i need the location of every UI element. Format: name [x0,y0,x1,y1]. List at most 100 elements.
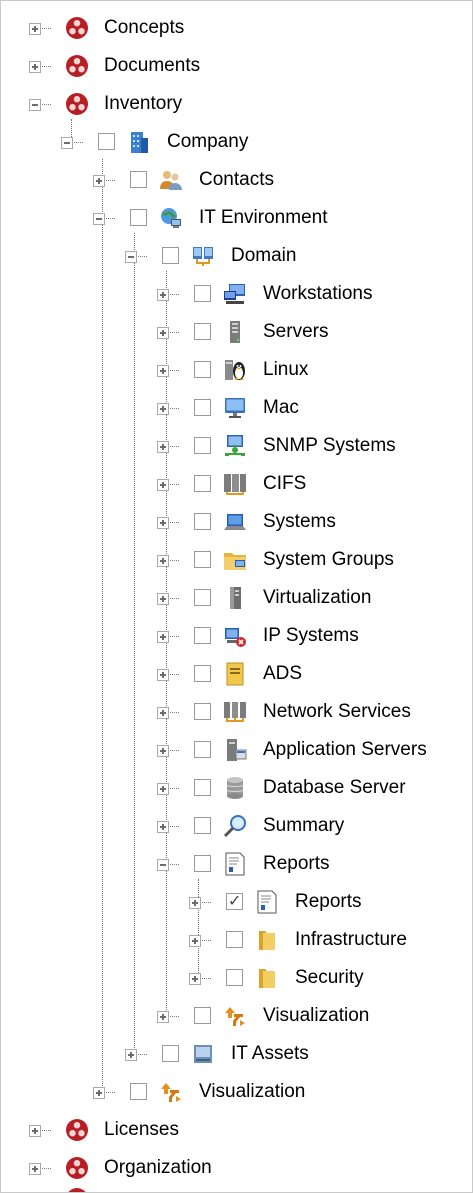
node-label[interactable]: Servers [263,321,328,343]
node-label[interactable]: IP Systems [263,625,359,647]
node-label[interactable]: System Groups [263,549,394,571]
node-label[interactable]: IT Environment [199,207,327,229]
node-label[interactable]: Domain [231,245,296,267]
tree-node-infrastructure[interactable]: Infrastructure [1,923,461,961]
tree-node-systems[interactable]: Systems [1,505,461,543]
node-checkbox[interactable] [194,817,211,834]
node-label[interactable]: Database Server [263,777,406,799]
node-checkbox[interactable] [194,779,211,796]
tree-node-it-environment[interactable]: IT Environment [1,201,461,239]
tree-node-application-servers[interactable]: Application Servers [1,733,461,771]
node-label[interactable]: Linux [263,359,308,381]
node-checkbox[interactable] [194,627,211,644]
tree-node-database-server[interactable]: Database Server [1,771,461,809]
tree-view[interactable]: Concepts Documents Inventory Company Con… [0,0,473,1193]
collapse-toggle[interactable] [125,251,137,263]
tree-node-reports[interactable]: Reports [1,847,461,885]
tree-node-ads[interactable]: ADS [1,657,461,695]
node-label[interactable]: Documents [104,55,200,77]
node-checkbox[interactable] [162,247,179,264]
expand-toggle[interactable] [157,631,169,643]
tree-node-company-visualization[interactable]: Visualization [1,1075,461,1113]
node-label[interactable]: Visualization [263,1005,369,1027]
tree-node-cifs[interactable]: CIFS [1,467,461,505]
node-label[interactable]: Reports [295,891,362,913]
expand-toggle[interactable] [157,821,169,833]
node-checkbox[interactable] [194,437,211,454]
node-checkbox[interactable] [130,171,147,188]
tree-node-snmp-systems[interactable]: SNMP Systems [1,429,461,467]
node-label[interactable]: Workstations [263,283,372,305]
collapse-toggle[interactable] [93,213,105,225]
expand-toggle[interactable] [157,403,169,415]
tree-node-linux[interactable]: Linux [1,353,461,391]
tree-node-domain[interactable]: Domain [1,239,461,277]
expand-toggle[interactable] [157,365,169,377]
node-checkbox[interactable] [194,551,211,568]
node-checkbox[interactable] [226,931,243,948]
collapse-toggle[interactable] [61,137,73,149]
expand-toggle[interactable] [125,1049,137,1061]
node-checkbox[interactable] [130,1083,147,1100]
node-label[interactable]: Security [295,967,364,989]
tree-node-ip-systems[interactable]: IP Systems [1,619,461,657]
expand-toggle[interactable] [157,517,169,529]
node-checkbox[interactable] [194,361,211,378]
collapse-toggle[interactable] [157,859,169,871]
tree-node-network-services[interactable]: Network Services [1,695,461,733]
node-checkbox[interactable] [162,1045,179,1062]
node-checkbox-checked[interactable] [226,891,243,910]
expand-toggle[interactable] [157,479,169,491]
node-checkbox[interactable] [194,741,211,758]
node-label[interactable]: Company [167,131,248,153]
node-label[interactable]: SNMP Systems [263,435,396,457]
expand-toggle[interactable] [157,669,169,681]
node-label[interactable]: ADS [263,663,302,685]
tree-node-workstations[interactable]: Workstations [1,277,461,315]
node-label[interactable]: Mac [263,397,299,419]
expand-toggle[interactable] [29,23,41,35]
node-label[interactable]: Application Servers [263,739,427,761]
node-label[interactable]: CIFS [263,473,306,495]
expand-toggle[interactable] [157,441,169,453]
tree-node-contacts[interactable]: Contacts [1,163,461,201]
tree-node-servers[interactable]: Servers [1,315,461,353]
tree-node-company[interactable]: Company [1,125,461,163]
tree-node-licenses[interactable]: Licenses [1,1113,461,1151]
node-label[interactable]: Inventory [104,93,182,115]
expand-toggle[interactable] [157,289,169,301]
node-label[interactable]: Infrastructure [295,929,407,951]
tree-node-security[interactable]: Security [1,961,461,999]
node-checkbox[interactable] [194,323,211,340]
expand-toggle[interactable] [93,175,105,187]
node-label[interactable]: Virtualization [263,587,371,609]
tree-node-mac[interactable]: Mac [1,391,461,429]
expand-toggle[interactable] [93,1087,105,1099]
expand-toggle[interactable] [189,897,201,909]
expand-toggle[interactable] [157,1011,169,1023]
expand-toggle[interactable] [157,593,169,605]
node-checkbox[interactable] [98,133,115,150]
node-checkbox[interactable] [194,855,211,872]
node-label[interactable]: Summary [263,815,344,837]
node-checkbox[interactable] [194,665,211,682]
expand-toggle[interactable] [189,973,201,985]
node-label[interactable]: Contacts [199,169,274,191]
tree-node-summary[interactable]: Summary [1,809,461,847]
tree-node-reports-reports[interactable]: Reports [1,885,461,923]
tree-node-virtualization[interactable]: Virtualization [1,581,461,619]
expand-toggle[interactable] [29,1163,41,1175]
node-checkbox[interactable] [226,969,243,986]
expand-toggle[interactable] [157,745,169,757]
node-checkbox[interactable] [194,475,211,492]
expand-toggle[interactable] [157,783,169,795]
node-label[interactable]: Licenses [104,1119,179,1141]
tree-node-documents[interactable]: Documents [1,49,461,87]
node-label[interactable]: Concepts [104,17,184,39]
node-label[interactable]: Visualization [199,1081,305,1103]
node-checkbox[interactable] [194,1007,211,1024]
node-checkbox[interactable] [194,285,211,302]
expand-toggle[interactable] [29,1125,41,1137]
tree-node-system-groups[interactable]: System Groups [1,543,461,581]
node-checkbox[interactable] [194,703,211,720]
